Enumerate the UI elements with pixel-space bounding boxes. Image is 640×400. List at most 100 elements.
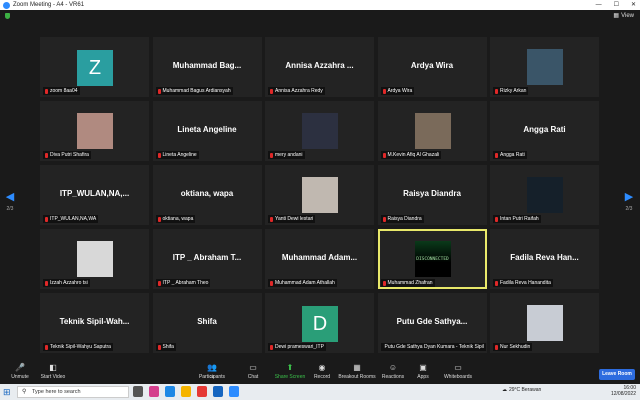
record-button[interactable]: ◉ Record	[302, 364, 342, 381]
smiley-icon: ☺	[388, 363, 398, 372]
app-icon-1[interactable]	[149, 386, 159, 397]
participant-name-label: Raisya Diandra	[380, 215, 424, 223]
muted-mic-icon	[270, 344, 273, 350]
participant-display-name: Ardya Wira	[410, 61, 454, 70]
participant-tile[interactable]: Annisa Azzahra ... Annisa Azzahra Redy	[265, 37, 374, 97]
chrome-icon[interactable]	[197, 386, 207, 397]
muted-mic-icon	[382, 216, 386, 222]
participant-tile[interactable]: Yanti Dewi lestari	[265, 165, 374, 225]
participant-label-text: Muhammad Adam Athallah	[275, 280, 335, 286]
participant-tile[interactable]: Shifa Shifa	[152, 293, 262, 353]
participant-grid: Zzoom 8aa04 Muhammad Bag... Muhammad Bagus…	[40, 37, 599, 357]
participant-label-text: Intan Putri Raifah	[500, 216, 539, 222]
muted-mic-icon	[157, 88, 161, 94]
participant-label-text: Fadila Reva Hanandita	[500, 280, 551, 286]
prev-page-arrow-icon[interactable]: ◀	[5, 190, 15, 203]
participant-tile[interactable]: Lineta Angeline Lineta Angeline	[152, 101, 262, 161]
muted-mic-icon	[495, 280, 498, 286]
task-view-icon[interactable]	[133, 386, 143, 397]
participant-label-text: Dewi prameswari_ITP	[275, 344, 324, 350]
participant-name-label: Teknik Sipil-Wahyu Saputra	[43, 343, 113, 351]
participant-tile[interactable]: Rizky Arkan	[490, 37, 599, 97]
participant-display-name: Angga Rati	[523, 125, 566, 134]
participant-tile[interactable]: Ardya Wira Ardya Wira	[377, 37, 487, 97]
participant-tile[interactable]: Zzoom 8aa04	[40, 37, 149, 97]
participant-tile[interactable]: Intan Putri Raifah	[490, 165, 599, 225]
close-button[interactable]: ✕	[631, 0, 636, 10]
participant-tile[interactable]: Putu Gde Sathya... Putu Gde Sathya Dyan K…	[377, 293, 487, 353]
participant-tile[interactable]: Izzah Azzahro tsi	[40, 229, 149, 289]
participant-tile[interactable]: Muhammad Adam... Muhammad Adam Athallah	[265, 229, 374, 289]
whiteboard-icon: ▭	[454, 363, 462, 372]
whiteboards-button[interactable]: ▭ Whiteboards	[438, 363, 478, 381]
participant-display-name: Putu Gde Sathya...	[396, 317, 468, 326]
muted-mic-icon	[45, 152, 48, 158]
file-explorer-icon[interactable]	[181, 386, 191, 397]
participant-tile[interactable]: M.Kevin Afiq Al Ghazali	[377, 101, 487, 161]
participant-display-name: Muhammad Adam...	[281, 253, 358, 262]
participant-name-label: ITP_WULAN,NA,WA	[43, 215, 99, 223]
windows-start-icon[interactable]: ⊞	[3, 387, 11, 397]
zoom-logo-icon	[3, 1, 10, 9]
participant-label-text: Diva Putri Shafira	[50, 152, 89, 158]
participant-tile[interactable]: D Dewi prameswari_ITP	[265, 293, 374, 353]
participant-tile[interactable]: Nur Sekhudin	[490, 293, 599, 353]
participant-display-name: Muhammad Bag...	[172, 61, 242, 70]
system-clock[interactable]: 16:00 12/08/2022	[611, 385, 636, 397]
share-screen-icon: ⬆	[286, 363, 294, 372]
page-indicator-left: 2/3	[6, 206, 14, 212]
participant-label-text: ITP_WULAN,NA,WA	[50, 216, 97, 222]
participant-tile[interactable]: oktiana, wapa oktiana, wapa	[152, 165, 262, 225]
muted-mic-icon	[45, 88, 48, 94]
maximize-button[interactable]: ☐	[614, 0, 619, 10]
apps-button[interactable]: ▣ Apps	[403, 363, 443, 381]
participant-name-label: Dewi prameswari_ITP	[268, 343, 326, 351]
profile-photo	[414, 113, 451, 149]
participant-tile[interactable]: mery andani	[265, 101, 374, 161]
participant-tile[interactable]: Muhammad Bag... Muhammad Bagus Ardiansyah	[152, 37, 262, 97]
participants-icon: 👥26	[207, 363, 217, 380]
breakout-rooms-icon: ▦	[353, 363, 361, 372]
start-video-button[interactable]: ◧ Start Video	[33, 364, 73, 381]
view-button[interactable]: ▦ View	[613, 12, 634, 20]
breakout-rooms-button[interactable]: ▦ Breakout Rooms	[337, 363, 377, 381]
leave-room-button[interactable]: Leave Room	[599, 369, 635, 380]
participant-name-label: Fadila Reva Hanandita	[493, 279, 553, 287]
word-icon[interactable]	[213, 386, 223, 397]
profile-photo	[77, 241, 113, 277]
muted-mic-icon	[45, 344, 48, 350]
weather-widget[interactable]: ☁ 29°C Berawan	[502, 387, 541, 393]
participant-tile[interactable]: Teknik Sipil-Wah... Teknik Sipil-Wahyu Sa…	[40, 293, 149, 353]
participant-display-name: oktiana, wapa	[180, 189, 234, 198]
chat-button[interactable]: ▭ Chat	[233, 364, 273, 381]
participant-tile[interactable]: DISCONNECTED Muhammad Zhafran	[377, 229, 487, 289]
participant-tile[interactable]: Raisya Diandra Raisya Diandra	[377, 165, 487, 225]
participant-tile[interactable]: Diva Putri Shafira	[40, 101, 149, 161]
minimize-button[interactable]: —	[596, 0, 602, 10]
security-shield-icon[interactable]	[5, 13, 10, 19]
participant-label-text: Annisa Azzahra Redy	[275, 88, 323, 94]
avatar: Z	[77, 50, 113, 86]
participant-name-label: Annisa Azzahra Redy	[268, 87, 325, 95]
apps-icon: ▣	[419, 363, 427, 372]
participant-tile[interactable]: ITP_WULAN,NA,... ITP_WULAN,NA,WA	[40, 165, 149, 225]
taskbar-search-box[interactable]: ⚲ Type here to search	[17, 386, 129, 398]
muted-mic-icon	[270, 280, 273, 286]
participant-label-text: M.Kevin Afiq Al Ghazali	[387, 152, 440, 158]
muted-mic-icon	[270, 152, 273, 158]
edge-icon[interactable]	[165, 386, 175, 397]
participant-display-name: ITP_WULAN,NA,...	[59, 189, 130, 198]
muted-mic-icon	[495, 216, 498, 222]
participant-name-label: Nur Sekhudin	[493, 343, 533, 351]
participants-button[interactable]: 👥26 Participants	[192, 363, 232, 381]
participant-tile[interactable]: Fadila Reva Han... Fadila Reva Hanandita	[490, 229, 599, 289]
participant-name-label: Angga Rati	[493, 151, 527, 159]
participant-label-text: Muhammad Bagus Ardiansyah	[162, 88, 231, 94]
zoom-taskbar-icon[interactable]	[229, 386, 239, 397]
participant-display-name: Lineta Angeline	[177, 125, 237, 134]
participant-label-text: Lineta Angeline	[162, 152, 197, 158]
participant-name-label: Rizky Arkan	[493, 87, 529, 95]
next-page-arrow-icon[interactable]: ▶	[624, 190, 634, 203]
participant-tile[interactable]: Angga Rati Angga Rati	[490, 101, 599, 161]
participant-tile[interactable]: ITP _ Abraham T... ITP _ Abraham Theo	[152, 229, 262, 289]
